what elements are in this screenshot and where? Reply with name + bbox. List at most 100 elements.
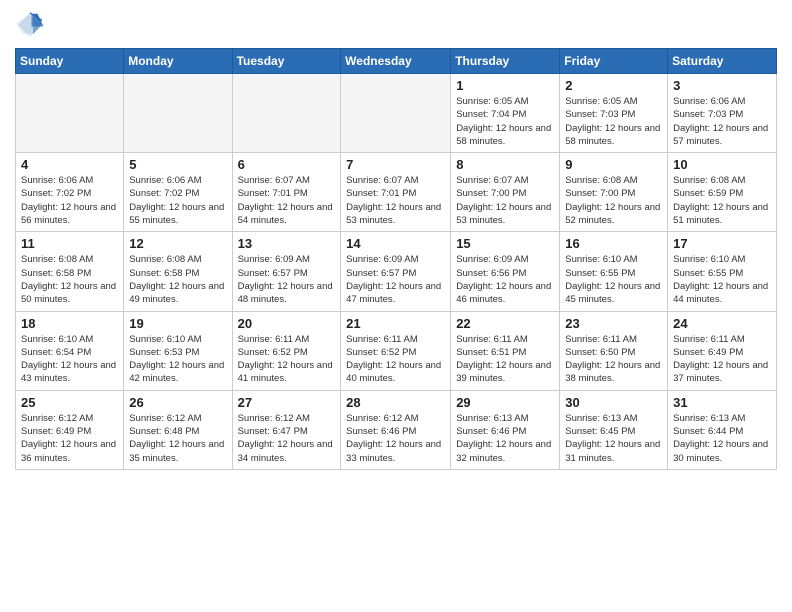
day-info: Sunrise: 6:09 AMSunset: 6:57 PMDaylight:… <box>238 253 336 306</box>
calendar-cell: 20 Sunrise: 6:11 AMSunset: 6:52 PMDayligh… <box>232 311 341 390</box>
calendar-cell: 31 Sunrise: 6:13 AMSunset: 6:44 PMDayligh… <box>668 390 777 469</box>
day-number: 14 <box>346 236 445 251</box>
day-info: Sunrise: 6:10 AMSunset: 6:53 PMDaylight:… <box>129 333 226 386</box>
weekday-header-sunday: Sunday <box>16 49 124 74</box>
day-number: 20 <box>238 316 336 331</box>
day-number: 21 <box>346 316 445 331</box>
day-info: Sunrise: 6:10 AMSunset: 6:54 PMDaylight:… <box>21 333 118 386</box>
day-number: 18 <box>21 316 118 331</box>
calendar-cell: 28 Sunrise: 6:12 AMSunset: 6:46 PMDayligh… <box>341 390 451 469</box>
calendar-cell: 11 Sunrise: 6:08 AMSunset: 6:58 PMDayligh… <box>16 232 124 311</box>
day-number: 16 <box>565 236 662 251</box>
day-info: Sunrise: 6:11 AMSunset: 6:52 PMDaylight:… <box>238 333 336 386</box>
calendar-cell: 9 Sunrise: 6:08 AMSunset: 7:00 PMDaylight… <box>560 153 668 232</box>
weekday-header-friday: Friday <box>560 49 668 74</box>
day-number: 30 <box>565 395 662 410</box>
day-number: 2 <box>565 78 662 93</box>
day-info: Sunrise: 6:11 AMSunset: 6:49 PMDaylight:… <box>673 333 771 386</box>
day-number: 1 <box>456 78 554 93</box>
calendar-cell: 12 Sunrise: 6:08 AMSunset: 6:58 PMDayligh… <box>124 232 232 311</box>
day-info: Sunrise: 6:10 AMSunset: 6:55 PMDaylight:… <box>673 253 771 306</box>
day-info: Sunrise: 6:12 AMSunset: 6:46 PMDaylight:… <box>346 412 445 465</box>
day-number: 9 <box>565 157 662 172</box>
day-info: Sunrise: 6:11 AMSunset: 6:50 PMDaylight:… <box>565 333 662 386</box>
day-info: Sunrise: 6:08 AMSunset: 7:00 PMDaylight:… <box>565 174 662 227</box>
calendar-cell: 3 Sunrise: 6:06 AMSunset: 7:03 PMDaylight… <box>668 74 777 153</box>
calendar-cell: 15Sunrise: 6:09 AMSunset: 6:56 PMDayligh… <box>451 232 560 311</box>
calendar-cell: 6 Sunrise: 6:07 AMSunset: 7:01 PMDaylight… <box>232 153 341 232</box>
day-number: 11 <box>21 236 118 251</box>
day-info: Sunrise: 6:08 AMSunset: 6:59 PMDaylight:… <box>673 174 771 227</box>
day-number: 27 <box>238 395 336 410</box>
day-info: Sunrise: 6:08 AMSunset: 6:58 PMDaylight:… <box>129 253 226 306</box>
day-number: 23 <box>565 316 662 331</box>
calendar-cell: 23 Sunrise: 6:11 AMSunset: 6:50 PMDayligh… <box>560 311 668 390</box>
calendar-cell: 4 Sunrise: 6:06 AMSunset: 7:02 PMDaylight… <box>16 153 124 232</box>
weekday-header-thursday: Thursday <box>451 49 560 74</box>
day-number: 25 <box>21 395 118 410</box>
calendar-cell <box>124 74 232 153</box>
calendar-week-3: 11 Sunrise: 6:08 AMSunset: 6:58 PMDayligh… <box>16 232 777 311</box>
day-number: 17 <box>673 236 771 251</box>
calendar-cell: 18 Sunrise: 6:10 AMSunset: 6:54 PMDayligh… <box>16 311 124 390</box>
day-number: 19 <box>129 316 226 331</box>
day-info: Sunrise: 6:08 AMSunset: 6:58 PMDaylight:… <box>21 253 118 306</box>
day-info: Sunrise: 6:07 AMSunset: 7:00 PMDaylight:… <box>456 174 554 227</box>
day-info: Sunrise: 6:05 AMSunset: 7:03 PMDaylight:… <box>565 95 662 148</box>
day-number: 10 <box>673 157 771 172</box>
calendar-table: SundayMondayTuesdayWednesdayThursdayFrid… <box>15 48 777 470</box>
calendar-week-2: 4 Sunrise: 6:06 AMSunset: 7:02 PMDaylight… <box>16 153 777 232</box>
day-number: 4 <box>21 157 118 172</box>
day-info: Sunrise: 6:11 AMSunset: 6:52 PMDaylight:… <box>346 333 445 386</box>
calendar-cell: 8 Sunrise: 6:07 AMSunset: 7:00 PMDaylight… <box>451 153 560 232</box>
logo <box>15 10 49 40</box>
day-number: 29 <box>456 395 554 410</box>
calendar-cell <box>232 74 341 153</box>
calendar-cell: 10 Sunrise: 6:08 AMSunset: 6:59 PMDayligh… <box>668 153 777 232</box>
day-info: Sunrise: 6:05 AMSunset: 7:04 PMDaylight:… <box>456 95 554 148</box>
day-info: Sunrise: 6:06 AMSunset: 7:03 PMDaylight:… <box>673 95 771 148</box>
logo-icon <box>15 10 45 40</box>
day-number: 28 <box>346 395 445 410</box>
day-number: 24 <box>673 316 771 331</box>
calendar-cell <box>16 74 124 153</box>
day-info: Sunrise: 6:12 AMSunset: 6:47 PMDaylight:… <box>238 412 336 465</box>
calendar-week-4: 18 Sunrise: 6:10 AMSunset: 6:54 PMDayligh… <box>16 311 777 390</box>
page: SundayMondayTuesdayWednesdayThursdayFrid… <box>0 0 792 480</box>
calendar-cell: 19 Sunrise: 6:10 AMSunset: 6:53 PMDayligh… <box>124 311 232 390</box>
calendar-week-5: 25 Sunrise: 6:12 AMSunset: 6:49 PMDayligh… <box>16 390 777 469</box>
day-number: 12 <box>129 236 226 251</box>
day-number: 26 <box>129 395 226 410</box>
calendar-cell: 22Sunrise: 6:11 AMSunset: 6:51 PMDayligh… <box>451 311 560 390</box>
weekday-header-tuesday: Tuesday <box>232 49 341 74</box>
day-info: Sunrise: 6:13 AMSunset: 6:45 PMDaylight:… <box>565 412 662 465</box>
calendar-cell <box>341 74 451 153</box>
day-info: Sunrise: 6:13 AMSunset: 6:44 PMDaylight:… <box>673 412 771 465</box>
day-number: 3 <box>673 78 771 93</box>
calendar-cell: 26Sunrise: 6:12 AMSunset: 6:48 PMDayligh… <box>124 390 232 469</box>
calendar-cell: 21 Sunrise: 6:11 AMSunset: 6:52 PMDayligh… <box>341 311 451 390</box>
day-info: Sunrise: 6:07 AMSunset: 7:01 PMDaylight:… <box>346 174 445 227</box>
day-number: 31 <box>673 395 771 410</box>
weekday-header-monday: Monday <box>124 49 232 74</box>
calendar-cell: 1 Sunrise: 6:05 AMSunset: 7:04 PMDaylight… <box>451 74 560 153</box>
day-info: Sunrise: 6:06 AMSunset: 7:02 PMDaylight:… <box>21 174 118 227</box>
calendar-cell: 29 Sunrise: 6:13 AMSunset: 6:46 PMDayligh… <box>451 390 560 469</box>
calendar-cell: 13Sunrise: 6:09 AMSunset: 6:57 PMDayligh… <box>232 232 341 311</box>
weekday-header-row: SundayMondayTuesdayWednesdayThursdayFrid… <box>16 49 777 74</box>
day-info: Sunrise: 6:07 AMSunset: 7:01 PMDaylight:… <box>238 174 336 227</box>
header <box>15 10 777 40</box>
calendar-cell: 25 Sunrise: 6:12 AMSunset: 6:49 PMDayligh… <box>16 390 124 469</box>
day-number: 8 <box>456 157 554 172</box>
day-info: Sunrise: 6:13 AMSunset: 6:46 PMDaylight:… <box>456 412 554 465</box>
day-info: Sunrise: 6:12 AMSunset: 6:49 PMDaylight:… <box>21 412 118 465</box>
calendar-cell: 5Sunrise: 6:06 AMSunset: 7:02 PMDaylight… <box>124 153 232 232</box>
day-number: 5 <box>129 157 226 172</box>
day-info: Sunrise: 6:09 AMSunset: 6:57 PMDaylight:… <box>346 253 445 306</box>
day-info: Sunrise: 6:11 AMSunset: 6:51 PMDaylight:… <box>456 333 554 386</box>
calendar-cell: 17 Sunrise: 6:10 AMSunset: 6:55 PMDayligh… <box>668 232 777 311</box>
calendar-cell: 24 Sunrise: 6:11 AMSunset: 6:49 PMDayligh… <box>668 311 777 390</box>
day-number: 6 <box>238 157 336 172</box>
weekday-header-saturday: Saturday <box>668 49 777 74</box>
weekday-header-wednesday: Wednesday <box>341 49 451 74</box>
